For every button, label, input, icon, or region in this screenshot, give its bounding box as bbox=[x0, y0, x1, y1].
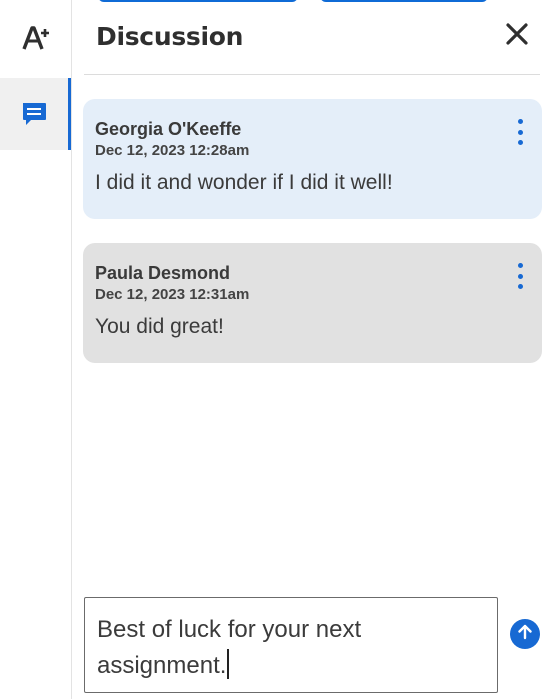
message-timestamp: Dec 12, 2023 12:31am bbox=[95, 286, 250, 303]
page-title: Discussion bbox=[96, 22, 244, 51]
close-icon bbox=[506, 22, 528, 50]
send-button[interactable] bbox=[510, 619, 540, 649]
kebab-menu-icon[interactable] bbox=[516, 119, 524, 145]
message-card: Paula Desmond Dec 12, 2023 12:31am You d… bbox=[83, 243, 542, 363]
discussion-header: Discussion bbox=[84, 0, 540, 75]
message-text: You did great! bbox=[95, 315, 224, 338]
close-button[interactable] bbox=[504, 22, 530, 50]
left-rail bbox=[0, 0, 72, 699]
discussion-rail-button[interactable] bbox=[0, 78, 71, 150]
a-plus-icon bbox=[21, 24, 51, 52]
arrow-up-icon bbox=[516, 623, 534, 646]
message-input[interactable]: Best of luck for your next assignment. bbox=[84, 597, 498, 693]
chat-icon bbox=[20, 100, 48, 128]
a-plus-button[interactable] bbox=[0, 2, 71, 74]
message-text: I did it and wonder if I did it well! bbox=[95, 171, 393, 194]
kebab-menu-icon[interactable] bbox=[516, 263, 524, 289]
message-author: Paula Desmond bbox=[95, 263, 231, 283]
message-author: Georgia O'Keeffe bbox=[95, 119, 242, 139]
message-timestamp: Dec 12, 2023 12:28am bbox=[95, 142, 250, 159]
message-card: Georgia O'Keeffe Dec 12, 2023 12:28am I … bbox=[83, 99, 542, 219]
text-caret bbox=[227, 649, 230, 679]
